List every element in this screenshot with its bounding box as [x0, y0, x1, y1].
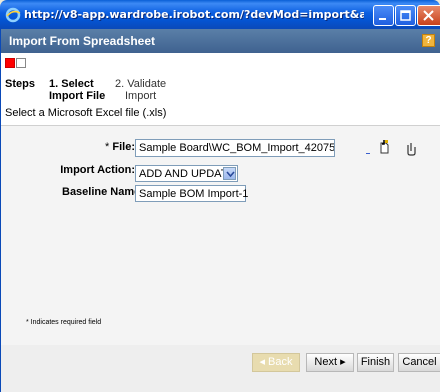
- chevron-down-icon: [226, 171, 235, 178]
- cancel-button[interactable]: Cancel: [398, 353, 440, 372]
- maximize-button[interactable]: [395, 5, 416, 26]
- browse-file-icon[interactable]: [379, 139, 391, 155]
- button-bar: ◂ Back Next ▸ Finish Cancel: [1, 345, 440, 392]
- close-icon: [423, 10, 434, 21]
- maximize-icon: [400, 10, 411, 21]
- step-1-indicator: [5, 58, 15, 68]
- close-window-button[interactable]: [417, 5, 440, 26]
- finish-button[interactable]: Finish: [357, 353, 394, 372]
- dialog-header: Import From Spreadsheet ?: [0, 29, 440, 53]
- file-label: * File:: [89, 141, 135, 153]
- internet-explorer-icon: [5, 7, 21, 22]
- step-2-line-2: Import: [125, 90, 157, 102]
- minimize-button[interactable]: [373, 5, 394, 26]
- steps-label: Steps: [5, 78, 35, 90]
- minimize-icon: [379, 18, 386, 20]
- import-action-value: ADD AND UPDATE: [139, 168, 235, 180]
- required-asterisk: *: [105, 141, 110, 153]
- attachment-icon[interactable]: [405, 142, 417, 156]
- baseline-name-input[interactable]: Sample BOM Import-1: [135, 185, 248, 202]
- step-1-line-1: 1. Select: [49, 78, 94, 90]
- browse-link[interactable]: [366, 153, 370, 154]
- window-title: http://v8-app.wardrobe.irobot.com/?devMo…: [24, 8, 364, 21]
- step-2-indicator: [16, 58, 26, 68]
- dialog-content: Steps 1. Select Import File 2. Validate …: [0, 53, 440, 392]
- step-1-line-2: Import File: [49, 90, 106, 102]
- help-button[interactable]: ?: [422, 34, 435, 47]
- next-button[interactable]: Next ▸: [306, 353, 354, 372]
- instruction-text: Select a Microsoft Excel file (.xls): [5, 107, 167, 119]
- back-button[interactable]: ◂ Back: [252, 353, 300, 372]
- dropdown-arrow[interactable]: [223, 167, 236, 180]
- step-2-label: 2. Validate Import: [115, 78, 166, 102]
- import-action-select[interactable]: ADD AND UPDATE: [135, 165, 238, 182]
- file-label-text: File:: [112, 141, 135, 153]
- step-1-label: 1. Select Import File: [49, 78, 105, 102]
- file-path-input[interactable]: Sample Board\WC_BOM_Import_4207567.xls: [135, 139, 335, 157]
- import-action-label: Import Action:: [60, 164, 135, 176]
- dialog-title: Import From Spreadsheet: [9, 34, 156, 48]
- required-field-note: * Indicates required field: [26, 319, 102, 326]
- window-titlebar[interactable]: http://v8-app.wardrobe.irobot.com/?devMo…: [0, 0, 440, 29]
- baseline-name-label: Baseline Name:: [62, 186, 144, 198]
- step-2-line-1: 2. Validate: [115, 78, 167, 90]
